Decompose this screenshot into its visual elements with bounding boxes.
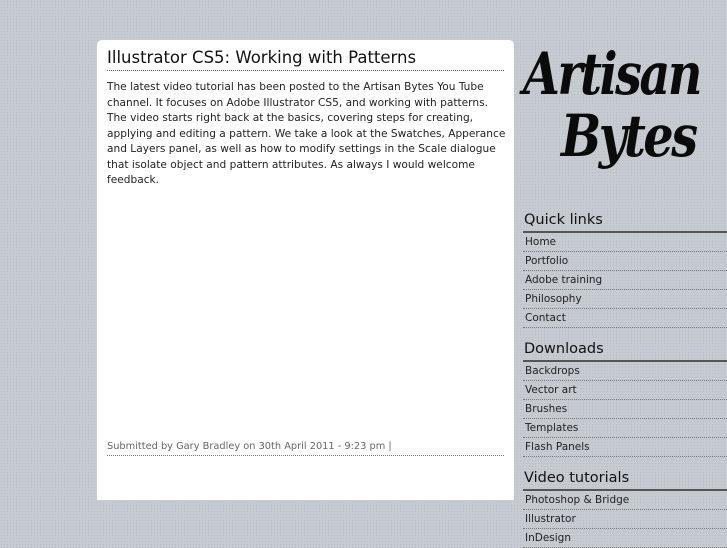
downloads-heading: Downloads <box>523 341 727 362</box>
download-link-templates[interactable]: Templates <box>523 419 727 438</box>
nav-link-adobe-training[interactable]: Adobe training <box>523 271 727 290</box>
video-tutorials-heading: Video tutorials <box>523 470 727 491</box>
nav-link-contact[interactable]: Contact <box>523 309 727 328</box>
nav-link-home[interactable]: Home <box>523 233 727 252</box>
post-meta: Submitted by Gary Bradley on 30th April … <box>107 441 504 456</box>
video-tutorials-section: Video tutorials Photoshop & Bridge Illus… <box>523 470 727 548</box>
post-body: The latest video tutorial has been poste… <box>107 81 506 186</box>
nav-link-philosophy[interactable]: Philosophy <box>523 290 727 309</box>
blog-post: Illustrator CS5: Working with Patterns T… <box>97 40 514 500</box>
logo-line-2: Bytes <box>561 102 698 170</box>
site-logo[interactable]: Artisan Bytes <box>523 40 727 180</box>
tutorial-link-indesign[interactable]: InDesign <box>523 529 727 548</box>
download-link-flash-panels[interactable]: Flash Panels <box>523 438 727 457</box>
quick-links-section: Quick links Home Portfolio Adobe trainin… <box>523 212 727 328</box>
download-link-vector-art[interactable]: Vector art <box>523 381 727 400</box>
download-link-backdrops[interactable]: Backdrops <box>523 362 727 381</box>
tutorial-link-illustrator[interactable]: Illustrator <box>523 510 727 529</box>
download-link-brushes[interactable]: Brushes <box>523 400 727 419</box>
quick-links-heading: Quick links <box>523 212 727 233</box>
nav-link-portfolio[interactable]: Portfolio <box>523 252 727 271</box>
post-title[interactable]: Illustrator CS5: Working with Patterns <box>107 48 504 71</box>
logo-line-1: Artisan <box>523 40 702 108</box>
tutorial-link-photoshop-bridge[interactable]: Photoshop & Bridge <box>523 491 727 510</box>
downloads-section: Downloads Backdrops Vector art Brushes T… <box>523 341 727 457</box>
